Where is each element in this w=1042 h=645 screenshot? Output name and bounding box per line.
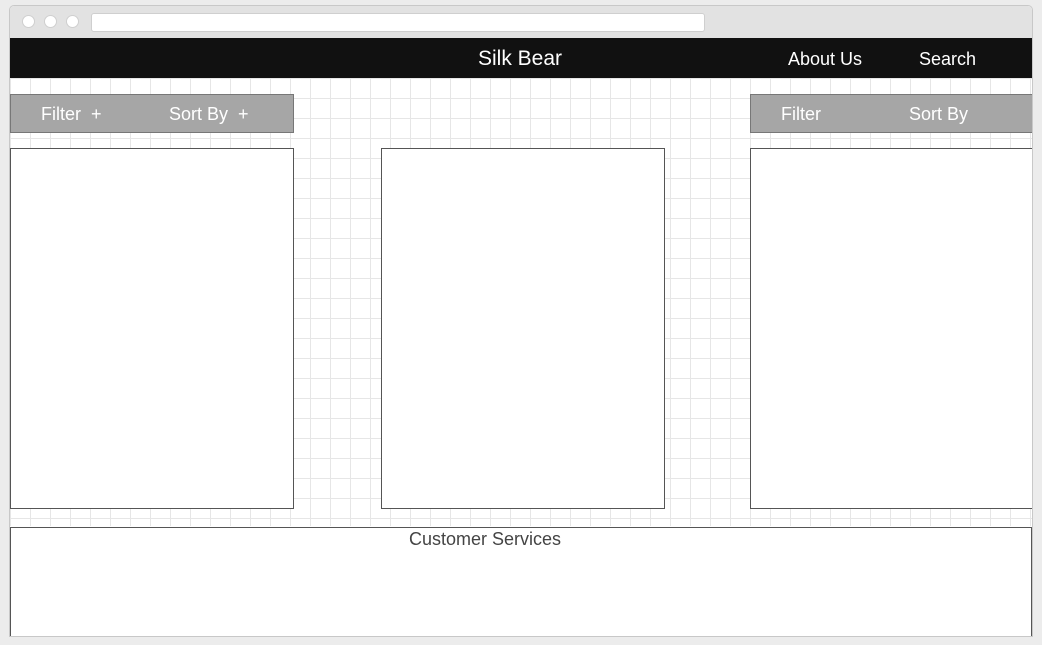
- sort-by-expand-button[interactable]: Sort By +: [169, 104, 249, 125]
- customer-services-link[interactable]: Customer Services: [409, 529, 561, 550]
- search-link[interactable]: Search: [919, 49, 976, 70]
- window-zoom-dot[interactable]: [66, 15, 79, 28]
- window-close-dot[interactable]: [22, 15, 35, 28]
- browser-chrome: [10, 6, 1032, 38]
- product-panel-left[interactable]: [10, 148, 294, 509]
- sort-by-button[interactable]: Sort By: [909, 104, 968, 125]
- address-bar[interactable]: [91, 13, 705, 32]
- about-us-link[interactable]: About Us: [788, 49, 862, 70]
- top-navbar: Silk Bear About Us Search: [10, 38, 1032, 78]
- filter-button[interactable]: Filter: [781, 104, 821, 125]
- browser-window: Silk Bear About Us Search Filter + Sort …: [9, 5, 1033, 637]
- brand-title[interactable]: Silk Bear: [478, 47, 562, 71]
- window-minimize-dot[interactable]: [44, 15, 57, 28]
- product-panel-right[interactable]: [750, 148, 1032, 509]
- product-panel-center[interactable]: [381, 148, 665, 509]
- left-filter-toolbar: Filter + Sort By +: [10, 94, 294, 133]
- main-content-grid: Filter + Sort By + Filter Sort By: [10, 78, 1032, 526]
- right-filter-toolbar: Filter Sort By: [750, 94, 1032, 133]
- filter-expand-button[interactable]: Filter +: [41, 104, 102, 125]
- footer-section: Customer Services: [10, 527, 1032, 636]
